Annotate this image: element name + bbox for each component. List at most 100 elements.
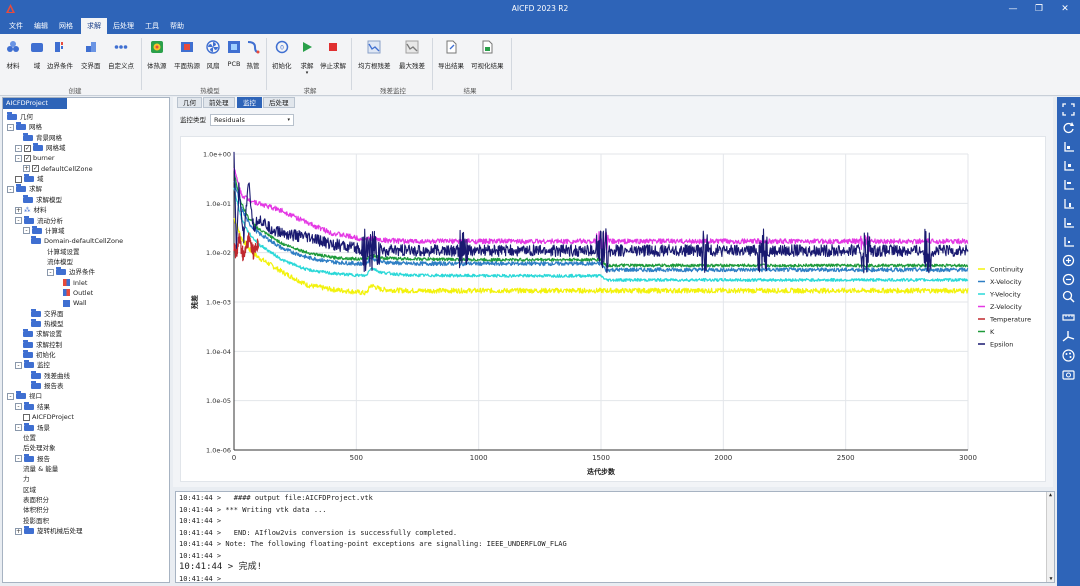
- axis-view-icon[interactable]: [1062, 159, 1075, 172]
- collapse-icon[interactable]: -: [7, 185, 14, 193]
- max-residual-button[interactable]: 最大残差: [399, 40, 425, 70]
- pcb-button[interactable]: PCB: [227, 40, 241, 68]
- tree-checkbox[interactable]: [23, 413, 30, 421]
- tree-node-16[interactable]: Inlet: [63, 278, 87, 288]
- tree-node-36[interactable]: 区域: [23, 485, 36, 495]
- rms-residual-button[interactable]: 均方根残差: [358, 40, 391, 70]
- tree-checkbox[interactable]: [15, 175, 22, 183]
- tree-node-1[interactable]: - 网格: [7, 122, 42, 132]
- tree-node-7[interactable]: - 求解: [7, 184, 42, 194]
- custom-point-button[interactable]: 自定义点: [108, 40, 134, 70]
- tab-geometry[interactable]: 几何: [177, 97, 202, 108]
- tree-node-33[interactable]: - 报告: [15, 453, 50, 464]
- axis-view-icon[interactable]: [1062, 197, 1075, 210]
- zoom-in-icon[interactable]: [1062, 254, 1075, 267]
- tree-node-32[interactable]: 后处理对象: [23, 443, 56, 453]
- tree-node-21[interactable]: 求解设置: [23, 329, 62, 339]
- tree-node-14[interactable]: 流体模型: [47, 257, 73, 267]
- scroll-up-icon[interactable]: ▲: [1047, 492, 1054, 498]
- console-scrollbar[interactable]: ▲ ▼: [1046, 492, 1054, 582]
- camera-icon[interactable]: [1062, 368, 1075, 381]
- axis-view-icon[interactable]: [1062, 216, 1075, 229]
- tree-node-35[interactable]: 力: [23, 474, 30, 484]
- tree-node-17[interactable]: Outlet: [63, 288, 93, 298]
- tree-node-15[interactable]: - 边界条件: [47, 267, 95, 277]
- residual-plot[interactable]: 0 500 1000 1500 2000 2500 3000 1.0e+00 1.0e-01 1.…: [180, 136, 1046, 482]
- close-button[interactable]: ✕: [1054, 2, 1076, 16]
- solve-button[interactable]: 求解 ▾: [300, 40, 314, 76]
- material-button[interactable]: 材料: [6, 40, 20, 70]
- tree-checkbox[interactable]: ✓: [24, 154, 31, 162]
- collapse-icon[interactable]: -: [15, 217, 22, 224]
- expand-icon[interactable]: +: [23, 165, 30, 173]
- tree-node-37[interactable]: 表面积分: [23, 495, 49, 505]
- domain-button[interactable]: 域: [30, 40, 44, 70]
- project-tree-header[interactable]: AICFDProject: [3, 98, 67, 109]
- menu-solve[interactable]: 求解: [81, 18, 107, 34]
- tree-node-29[interactable]: AICFDProject: [23, 412, 74, 422]
- heat-pipe-button[interactable]: 热管: [246, 40, 260, 70]
- tree-node-8[interactable]: 求解模型: [23, 194, 62, 205]
- tree-node-34[interactable]: 流量 & 能量: [23, 464, 58, 474]
- scroll-down-icon[interactable]: ▼: [1047, 576, 1055, 582]
- tree-node-9[interactable]: + ⁂ 材料: [15, 205, 47, 215]
- tree-node-13[interactable]: 计算域设置: [47, 247, 80, 257]
- tree-node-5[interactable]: + ✓ defaultCellZone: [23, 164, 93, 174]
- maximize-button[interactable]: ❐: [1028, 2, 1050, 16]
- monitor-type-select[interactable]: Residuals ▾: [210, 114, 294, 126]
- tree-node-19[interactable]: 交界面: [31, 308, 64, 319]
- magnify-icon[interactable]: [1062, 290, 1075, 303]
- collapse-icon[interactable]: -: [7, 392, 14, 400]
- tree-node-4[interactable]: - ✓ burner: [15, 153, 55, 163]
- tree-node-27[interactable]: - 视口: [7, 391, 42, 401]
- menu-file[interactable]: 文件: [6, 18, 26, 34]
- tree-node-18[interactable]: Wall: [63, 298, 87, 308]
- visualize-results-button[interactable]: 可视化结果: [471, 40, 504, 70]
- export-results-button[interactable]: 导出结果: [438, 40, 464, 70]
- tree-node-22[interactable]: 求解控制: [23, 339, 62, 350]
- expand-icon[interactable]: +: [15, 527, 22, 535]
- menu-help[interactable]: 帮助: [167, 18, 187, 34]
- tree-node-6[interactable]: 域: [15, 174, 44, 184]
- minimize-button[interactable]: —: [1002, 2, 1024, 16]
- tree-node-25[interactable]: 残差曲线: [31, 370, 70, 381]
- tree-node-2[interactable]: 背景网格: [23, 132, 62, 143]
- boundary-condition-button[interactable]: 边界条件: [47, 40, 73, 70]
- tree-node-28[interactable]: - 结果: [15, 401, 50, 412]
- tree-node-39[interactable]: 投影面积: [23, 516, 49, 526]
- tree-node-3[interactable]: - ✓ 网格域: [15, 143, 66, 153]
- initialize-button[interactable]: 0 初始化: [272, 40, 292, 70]
- tab-monitor[interactable]: 监控: [237, 97, 262, 108]
- ruler-icon[interactable]: [1062, 311, 1075, 324]
- collapse-icon[interactable]: -: [15, 403, 22, 411]
- tab-postprocess[interactable]: 后处理: [263, 97, 295, 108]
- axis-view-icon[interactable]: [1062, 178, 1075, 191]
- zoom-out-icon[interactable]: [1062, 273, 1075, 286]
- tree-node-26[interactable]: 报告表: [31, 381, 64, 391]
- interface-button[interactable]: 交界面: [81, 40, 101, 70]
- collapse-icon[interactable]: -: [47, 268, 54, 276]
- tree-node-40[interactable]: + 旋转机械后处理: [15, 526, 83, 536]
- axis-view-icon[interactable]: [1062, 235, 1075, 248]
- tree-node-38[interactable]: 体积积分: [23, 505, 49, 515]
- tree-node-20[interactable]: 热模型: [31, 319, 64, 329]
- tree-node-11[interactable]: - 计算域: [23, 225, 65, 236]
- menu-mesh[interactable]: 网格: [56, 18, 76, 34]
- tree-node-30[interactable]: - 场景: [15, 422, 50, 433]
- collapse-icon[interactable]: -: [15, 144, 22, 152]
- fit-view-icon[interactable]: [1062, 103, 1075, 116]
- tab-preprocess[interactable]: 前处理: [203, 97, 235, 108]
- collapse-icon[interactable]: -: [15, 361, 22, 369]
- plane-heat-source-button[interactable]: 平面热源: [174, 40, 200, 70]
- tree-node-31[interactable]: 位置: [23, 433, 36, 443]
- tree-checkbox[interactable]: ✓: [32, 165, 39, 173]
- tree-checkbox[interactable]: ✓: [24, 144, 31, 152]
- collapse-icon[interactable]: -: [23, 227, 30, 235]
- axes-icon[interactable]: [1062, 330, 1075, 343]
- collapse-icon[interactable]: -: [15, 455, 22, 463]
- expand-icon[interactable]: +: [15, 206, 22, 214]
- fan-button[interactable]: 风扇: [206, 40, 220, 70]
- menu-tools[interactable]: 工具: [142, 18, 162, 34]
- menu-edit[interactable]: 编辑: [31, 18, 51, 34]
- menu-postprocess[interactable]: 后处理: [110, 18, 137, 34]
